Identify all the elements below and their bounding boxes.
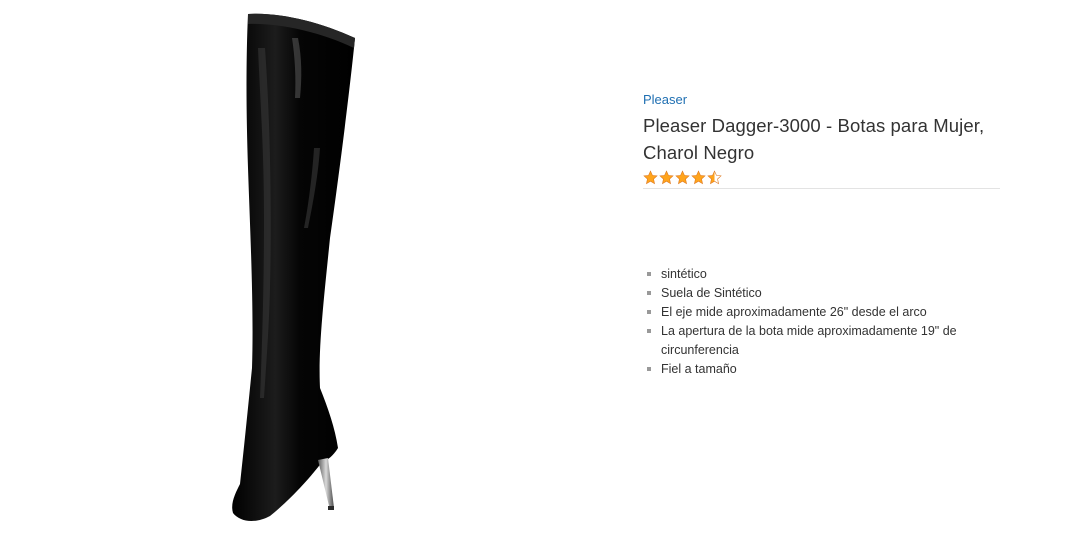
- feature-text: sintético: [661, 267, 707, 281]
- bullet-icon: [647, 367, 651, 371]
- feature-text: La apertura de la bota mide aproximadame…: [661, 324, 957, 357]
- feature-text: El eje mide aproximadamente 26" desde el…: [661, 305, 927, 319]
- feature-list: sintético Suela de Sintético El eje mide…: [643, 265, 1000, 379]
- feature-item: Fiel a tamaño: [643, 360, 1000, 379]
- boot-image: [232, 13, 355, 522]
- bullet-icon: [647, 329, 651, 333]
- product-title: Pleaser Dagger-3000 - Botas para Mujer, …: [643, 115, 985, 163]
- star-full-icon: [643, 170, 658, 185]
- star-full-icon: [659, 170, 674, 185]
- brand-link[interactable]: Pleaser: [643, 91, 687, 109]
- star-rating[interactable]: [643, 169, 1000, 186]
- bullet-icon: [647, 291, 651, 295]
- bullet-icon: [647, 310, 651, 314]
- feature-item: sintético: [643, 265, 1000, 284]
- product-info: Pleaser Pleaser Dagger-3000 - Botas para…: [643, 91, 1000, 379]
- feature-text: Fiel a tamaño: [661, 362, 737, 376]
- star-full-icon: [675, 170, 690, 185]
- feature-item: El eje mide aproximadamente 26" desde el…: [643, 303, 1000, 322]
- divider: [643, 188, 1000, 189]
- feature-text: Suela de Sintético: [661, 286, 762, 300]
- feature-item: La apertura de la bota mide aproximadame…: [643, 322, 1000, 360]
- product-image[interactable]: [200, 8, 400, 528]
- bullet-icon: [647, 272, 651, 276]
- feature-item: Suela de Sintético: [643, 284, 1000, 303]
- star-full-icon: [691, 170, 706, 185]
- product-page: Pleaser Pleaser Dagger-3000 - Botas para…: [0, 0, 1080, 534]
- star-half-icon: [707, 170, 722, 185]
